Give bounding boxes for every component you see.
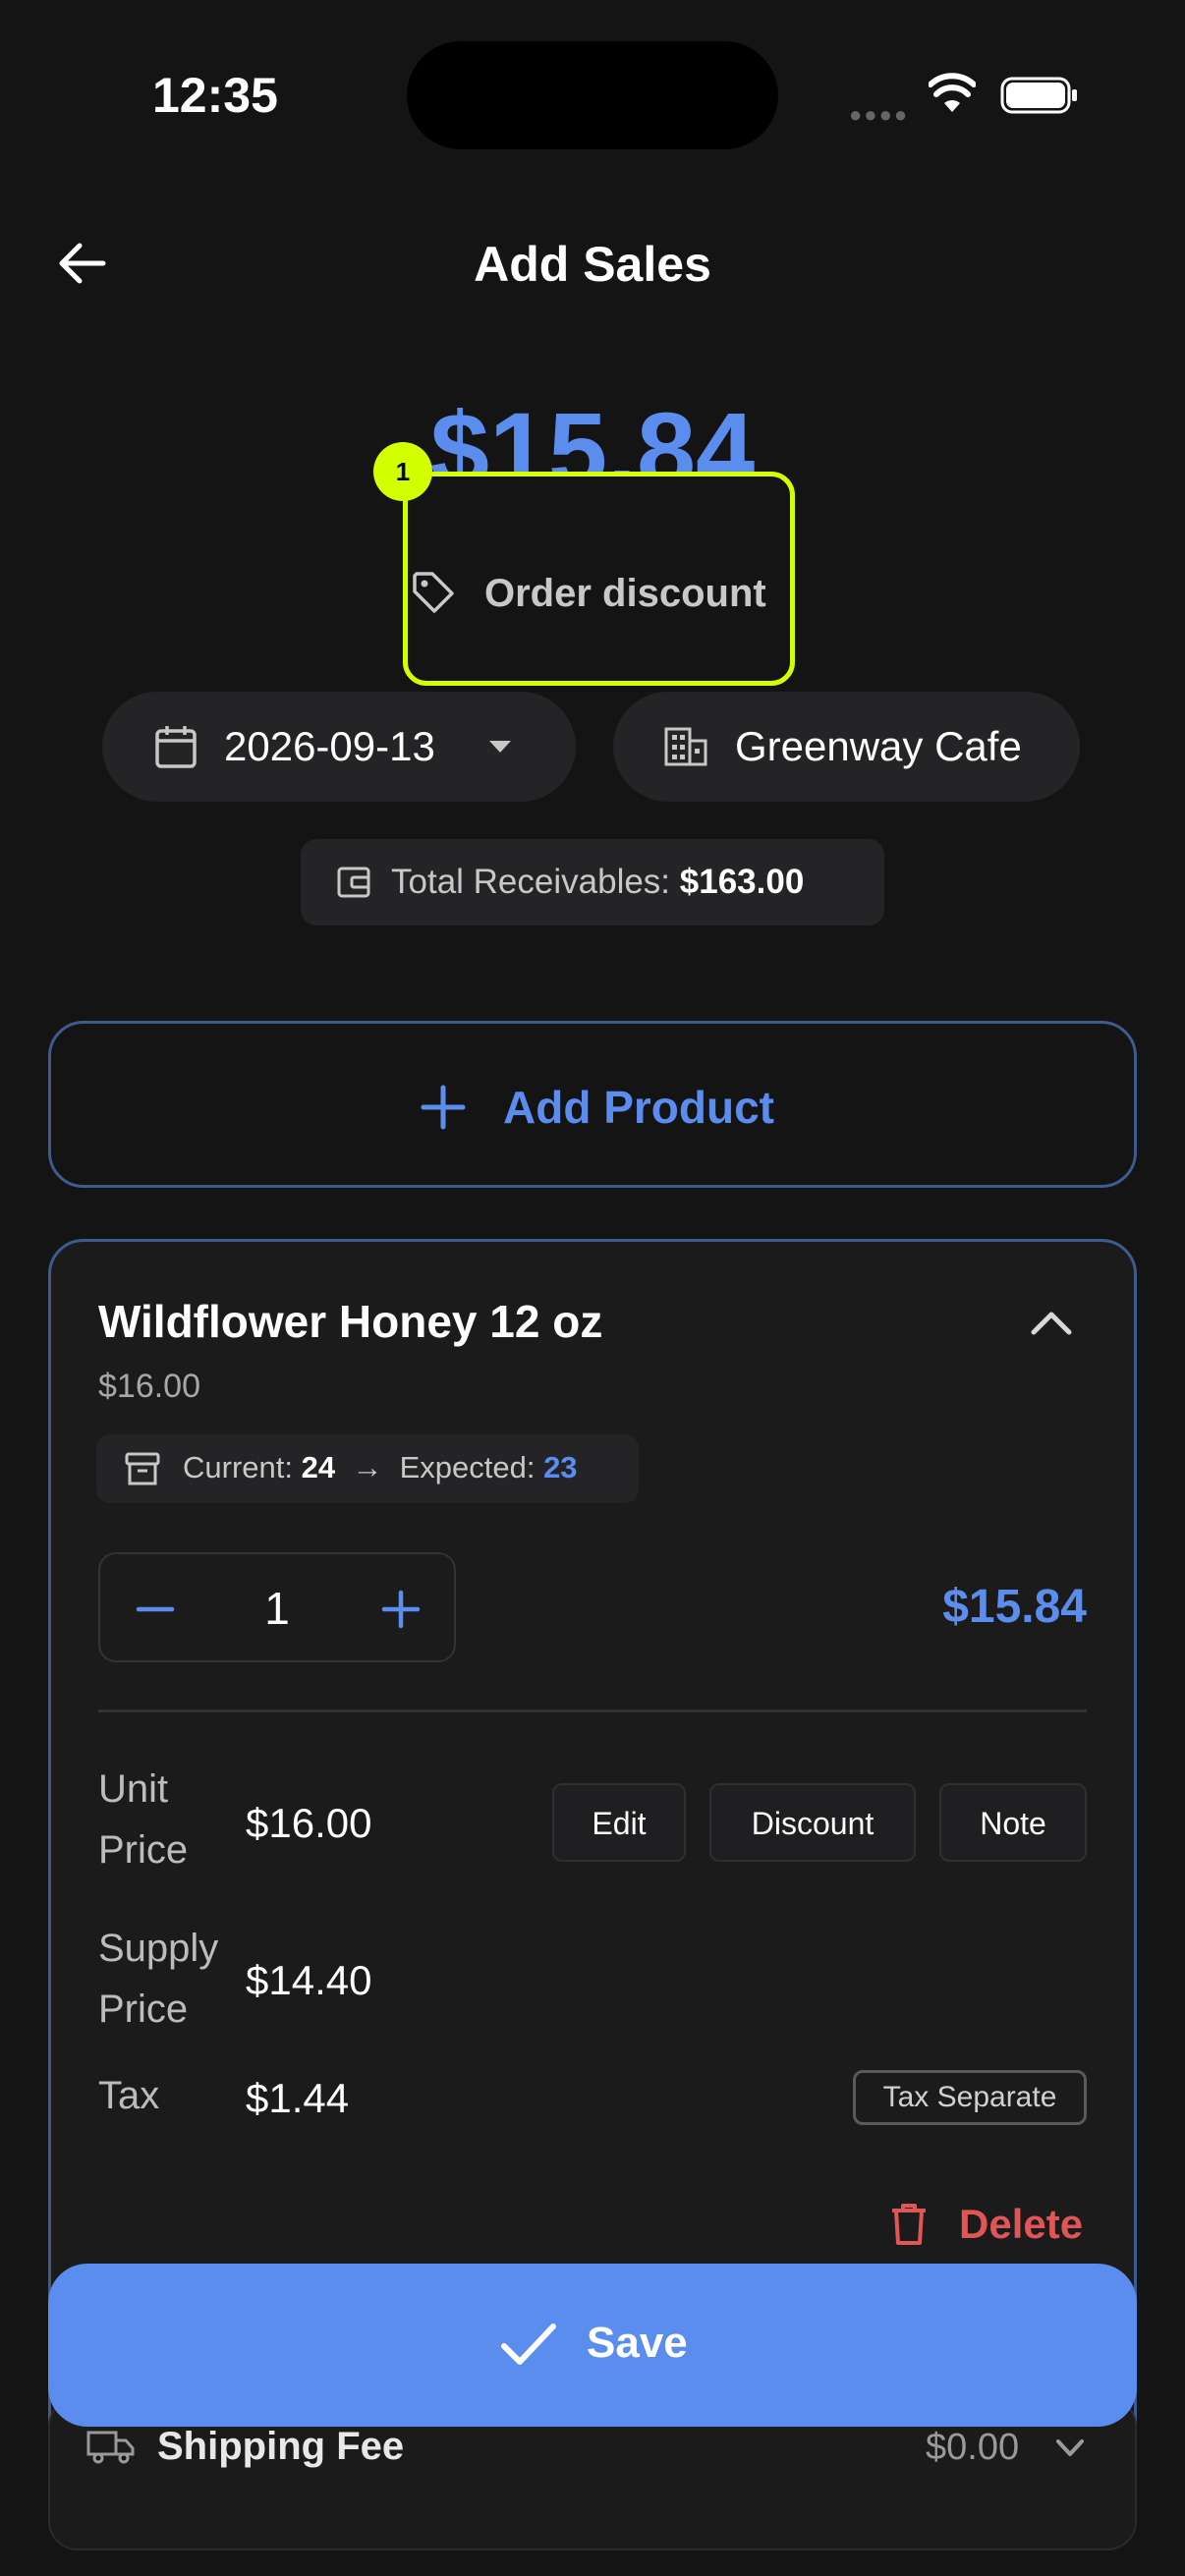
discount-button[interactable]: Discount (709, 1783, 916, 1862)
calendar-icon (155, 726, 197, 768)
stock-arrow: → (352, 1450, 383, 1484)
dynamic-island (407, 41, 778, 149)
shipping-fee-label: Shipping Fee (157, 2425, 405, 2468)
shipping-fee-value: $0.00 (926, 2427, 1020, 2468)
note-button[interactable]: Note (939, 1783, 1087, 1862)
supply-price-value: $14.40 (246, 1957, 372, 2003)
add-product-label: Add Product (503, 1082, 774, 1133)
receivables-value: $163.00 (679, 863, 805, 901)
save-label: Save (587, 2319, 688, 2367)
stock-current-value: 24 (301, 1450, 336, 1484)
caret-down-icon (489, 741, 511, 753)
product-name: Wildflower Honey 12 oz (98, 1296, 603, 1347)
quantity-stepper[interactable]: 1 (98, 1552, 456, 1662)
order-discount-label: Order discount (484, 572, 766, 615)
save-button[interactable]: Save (48, 2264, 1137, 2427)
delete-button[interactable]: Delete (959, 2201, 1083, 2248)
chevron-up-icon[interactable] (1030, 1309, 1073, 1336)
archive-icon (125, 1452, 160, 1485)
supply-price-label: Supply Price (98, 1927, 219, 2031)
tax-separate-tag[interactable]: Tax Separate (853, 2070, 1087, 2125)
add-product-button[interactable]: Add Product (48, 1021, 1137, 1188)
status-time: 12:35 (152, 68, 278, 123)
customer-name: Greenway Cafe (735, 723, 1022, 769)
chevron-down-icon[interactable] (1055, 2438, 1085, 2458)
product-price: $16.00 (98, 1368, 200, 1405)
tax-label: Tax (98, 2074, 160, 2117)
trash-icon[interactable] (890, 2203, 928, 2246)
stock-expected-value: 23 (543, 1450, 578, 1484)
plus-icon (421, 1085, 466, 1130)
truck-icon (86, 2431, 135, 2464)
wallet-icon (337, 867, 370, 898)
receivables-summary: Total Receivables: $163.00 (301, 839, 884, 925)
battery-icon (1000, 77, 1077, 114)
building-icon (664, 727, 707, 766)
date-value: 2026-09-13 (224, 723, 435, 769)
plus-icon[interactable] (381, 1590, 421, 1629)
check-icon (501, 2324, 556, 2365)
unit-price-value: $16.00 (246, 1800, 372, 1846)
customer-selector[interactable]: Greenway Cafe (613, 692, 1080, 802)
unit-price-label: Unit Price (98, 1767, 189, 1872)
receivables-label: Total Receivables: (391, 863, 671, 901)
divider (98, 1709, 1087, 1712)
tax-value: $1.44 (246, 2075, 350, 2121)
signal-dots-icon: ●●●● (849, 102, 910, 127)
stock-expected-label: Expected: (399, 1450, 536, 1484)
wifi-icon (929, 73, 976, 112)
annotation-badge: 1 (373, 442, 432, 501)
line-total: $15.84 (942, 1581, 1087, 1633)
date-selector[interactable]: 2026-09-13 (102, 692, 576, 802)
tag-icon (413, 572, 454, 613)
edit-button[interactable]: Edit (552, 1783, 686, 1862)
page-title: Add Sales (474, 237, 711, 292)
stock-indicator: Current: 24 → Expected: 23 (96, 1434, 639, 1503)
stock-current-label: Current: (183, 1450, 293, 1484)
